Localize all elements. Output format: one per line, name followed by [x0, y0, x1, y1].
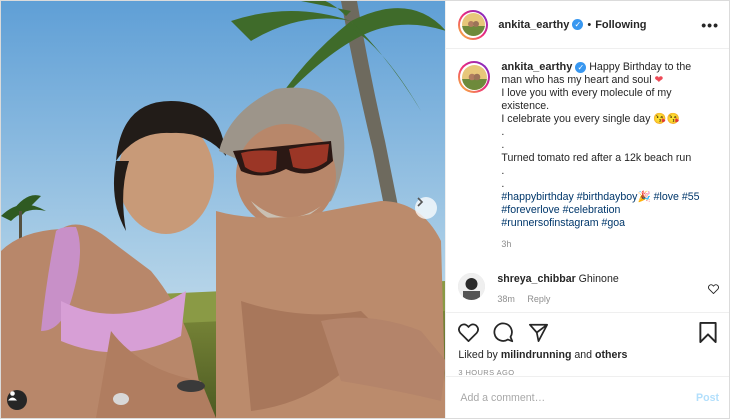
comment-icon[interactable] — [493, 322, 514, 343]
post-photo[interactable] — [1, 1, 446, 418]
more-icon[interactable]: ••• — [701, 17, 719, 33]
add-comment-input[interactable]: Add a comment… — [460, 392, 545, 404]
caption-dot: . — [501, 126, 505, 138]
post-sidebar: ankita_earthy ✓ • Following ••• ankita_e… — [445, 1, 729, 418]
avatar-image — [461, 13, 485, 36]
user-tag-button[interactable] — [7, 390, 27, 410]
author-avatar[interactable] — [458, 9, 489, 40]
liked-by-others[interactable]: others — [595, 349, 627, 361]
caption-hashtags[interactable]: #happybirthday #birthdayboy🎉 #love #55 #… — [501, 191, 711, 230]
following-button[interactable]: Following — [595, 19, 646, 31]
caption: ankita_earthy ✓ Happy Birthday to the man… — [458, 61, 717, 251]
add-comment-bar: Add a comment… Post — [446, 376, 729, 418]
verified-icon: ✓ — [572, 19, 584, 30]
caption-line-3: I celebrate you every single day — [501, 113, 651, 125]
share-icon[interactable] — [528, 323, 549, 342]
caption-text: ankita_earthy ✓ Happy Birthday to the man… — [501, 61, 711, 251]
liked-by-and: and — [574, 349, 593, 361]
post-comment-button[interactable]: Post — [696, 392, 719, 404]
verified-icon: ✓ — [575, 61, 587, 73]
comment-text: Ghinone — [578, 273, 619, 285]
caption-username[interactable]: ankita_earthy — [501, 61, 572, 73]
heart-icon[interactable] — [458, 322, 480, 342]
caption-dot: . — [501, 139, 505, 151]
caption-dot: . — [501, 165, 505, 177]
post-frame: ankita_earthy ✓ • Following ••• ankita_e… — [0, 0, 730, 419]
header-separator: • — [587, 18, 592, 31]
author-username[interactable]: ankita_earthy — [498, 19, 569, 31]
caption-line-2: I love you with every molecule of my exi… — [501, 87, 672, 112]
red-heart-emoji: ❤ — [654, 74, 664, 86]
photo-illustration — [1, 1, 446, 418]
caption-line-4: Turned tomato red after a 12k beach run — [501, 152, 692, 164]
caption-avatar[interactable] — [458, 61, 491, 93]
user-tag-icon — [8, 391, 17, 401]
bookmark-icon[interactable] — [699, 321, 717, 343]
caption-dot: . — [501, 178, 505, 190]
post-header: ankita_earthy ✓ • Following ••• — [446, 1, 729, 49]
caption-time[interactable]: 3h — [501, 238, 711, 251]
kiss-emoji: 😘😘 — [653, 113, 680, 125]
comment-item: shreya_chibbar Ghinone 38m Reply — [458, 273, 718, 304]
next-image-button[interactable] — [415, 197, 437, 219]
liked-by-prefix: Liked by — [458, 349, 498, 361]
liked-by-user[interactable]: milindrunning — [501, 349, 572, 361]
comment-username[interactable]: shreya_chibbar — [497, 273, 575, 285]
comment-like-heart-icon[interactable] — [707, 281, 720, 299]
reply-button[interactable]: Reply — [527, 294, 550, 304]
chevron-right-icon — [417, 197, 424, 207]
likes-summary: Liked by milindrunning and others — [458, 349, 717, 361]
comment-time[interactable]: 38m — [497, 294, 515, 304]
avatar-image — [461, 64, 487, 90]
comment-avatar[interactable] — [458, 273, 486, 300]
